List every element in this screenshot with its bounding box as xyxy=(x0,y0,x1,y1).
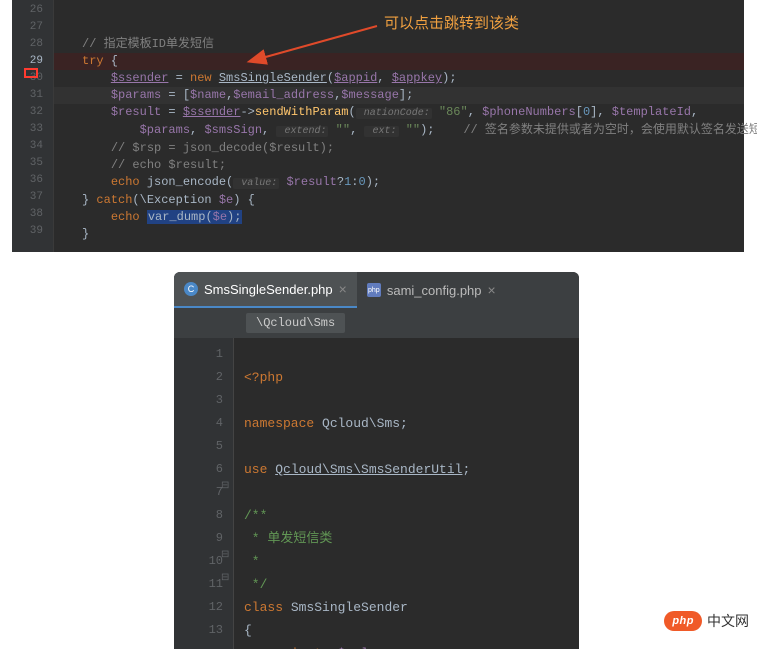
annotation-text: 可以点击跳转到该类 xyxy=(384,12,519,33)
code-line: } catch(\Exception $e) { xyxy=(82,193,255,207)
line-number[interactable]: 2 xyxy=(174,366,223,389)
php-cn-logo[interactable]: php 中文网 xyxy=(664,611,749,631)
line-number[interactable]: 10 xyxy=(174,550,223,573)
tab-sami-config[interactable]: php sami_config.php × xyxy=(357,272,506,308)
code-line: */ xyxy=(244,577,267,592)
code-line: <?php xyxy=(244,370,283,385)
code-line: class SmsSingleSender xyxy=(244,600,408,615)
gutter-upper[interactable]: 26 27 28 29 30 31 32 33 34 35 36 37 38 3… xyxy=(12,0,54,252)
code-line: // 指定模板ID单发短信 xyxy=(82,37,214,51)
fold-icon[interactable]: ⊟ xyxy=(221,549,229,561)
tab-bar: C SmsSingleSender.php × php sami_config.… xyxy=(174,272,579,308)
line-number[interactable]: 1 xyxy=(174,343,223,366)
code-line: // $rsp = json_decode($result); xyxy=(82,141,334,155)
code-line: } xyxy=(82,227,89,241)
code-area-lower[interactable]: <?php namespace Qcloud\Sms; use Qcloud\S… xyxy=(234,338,579,649)
tab-label: SmsSingleSender.php xyxy=(204,282,333,297)
code-line: $params, $smsSign, extend: "", ext: "");… xyxy=(82,123,757,137)
line-number[interactable]: 7 xyxy=(174,481,223,504)
line-number[interactable]: 13 xyxy=(174,619,223,642)
line-number[interactable]: 37 xyxy=(12,189,43,206)
gutter-lower[interactable]: 1 2 3 4 5 6 7 8 9 10 11 12 13 xyxy=(174,338,234,649)
tab-label: sami_config.php xyxy=(387,283,482,298)
logo-text: 中文网 xyxy=(707,611,749,631)
line-number[interactable]: 33 xyxy=(12,121,43,138)
code-line: use Qcloud\Sms\SmsSenderUtil; xyxy=(244,462,470,477)
class-icon: C xyxy=(184,282,198,296)
code-editor-lower[interactable]: C SmsSingleSender.php × php sami_config.… xyxy=(174,272,579,649)
line-number[interactable]: 11 xyxy=(174,573,223,596)
breadcrumb-bar: \Qcloud\Sms xyxy=(174,308,579,338)
code-area-upper[interactable]: // 指定模板ID单发短信 try { $ssender = new SmsSi… xyxy=(54,0,744,252)
code-line xyxy=(244,393,252,408)
code-line: $result = $ssender->sendWithParam( natio… xyxy=(82,105,698,119)
line-number[interactable]: 26 xyxy=(12,2,43,19)
code-line: { xyxy=(244,623,252,638)
line-number[interactable]: 6 xyxy=(174,458,223,481)
code-line: echo var_dump($e); xyxy=(82,210,242,224)
line-number[interactable]: 4 xyxy=(174,412,223,435)
code-line: * 单发短信类 xyxy=(244,531,332,546)
line-number[interactable]: 28 xyxy=(12,36,43,53)
line-number[interactable]: 34 xyxy=(12,138,43,155)
line-number[interactable]: 12 xyxy=(174,596,223,619)
close-icon[interactable]: × xyxy=(488,282,496,298)
code-line xyxy=(244,485,252,500)
line-number[interactable]: 31 xyxy=(12,87,43,104)
code-line: * xyxy=(244,554,260,569)
breakpoint-marker[interactable] xyxy=(24,68,38,78)
line-number[interactable]: 39 xyxy=(12,223,43,240)
code-line: $ssender = new SmsSingleSender($appid, $… xyxy=(82,71,457,85)
breadcrumb-namespace[interactable]: \Qcloud\Sms xyxy=(246,313,345,333)
code-line: namespace Qcloud\Sms; xyxy=(244,416,408,431)
code-line: // echo $result; xyxy=(82,158,226,172)
php-file-icon: php xyxy=(367,283,381,297)
fold-icon[interactable]: ⊟ xyxy=(221,480,229,492)
fold-icon[interactable]: ⊟ xyxy=(221,572,229,584)
line-number[interactable]: 35 xyxy=(12,155,43,172)
code-line: /** xyxy=(244,508,267,523)
line-number[interactable]: 38 xyxy=(12,206,43,223)
logo-badge: php xyxy=(664,611,702,631)
line-number[interactable]: 3 xyxy=(174,389,223,412)
code-editor-upper[interactable]: 26 27 28 29 30 31 32 33 34 35 36 37 38 3… xyxy=(12,0,744,252)
line-number[interactable]: 36 xyxy=(12,172,43,189)
close-icon[interactable]: × xyxy=(339,281,347,297)
code-line xyxy=(244,439,252,454)
code-line xyxy=(82,20,89,34)
line-number[interactable]: 27 xyxy=(12,19,43,36)
line-number[interactable]: 8 xyxy=(174,504,223,527)
line-number[interactable]: 5 xyxy=(174,435,223,458)
code-line: try { xyxy=(82,54,118,68)
line-number[interactable]: 9 xyxy=(174,527,223,550)
line-number[interactable]: 32 xyxy=(12,104,43,121)
code-line: $params = [$name,$email_address,$message… xyxy=(82,88,413,102)
code-line: echo json_encode( value: $result?1:0); xyxy=(82,175,380,189)
tab-smssinglesender[interactable]: C SmsSingleSender.php × xyxy=(174,272,357,308)
